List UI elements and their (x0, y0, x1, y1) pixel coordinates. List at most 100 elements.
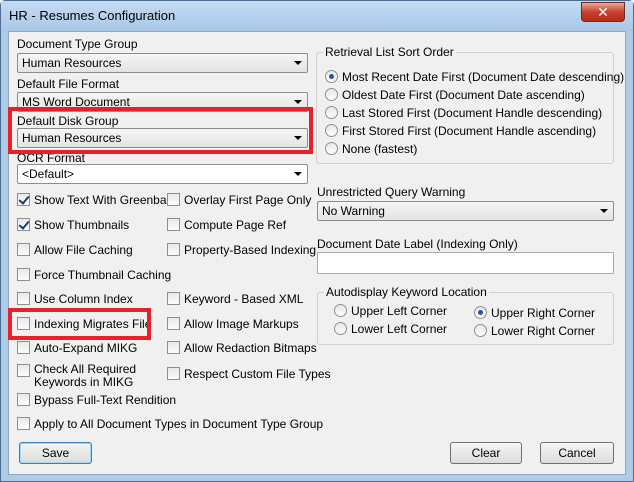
checkbox-label: Respect Custom File Types (184, 367, 331, 381)
sort-none-radio[interactable]: None (fastest) (325, 141, 605, 157)
radio-label: First Stored First (Document Handle asce… (342, 124, 597, 138)
sort-order-legend: Retrieval List Sort Order (323, 45, 456, 59)
radio-circle[interactable] (325, 142, 338, 155)
show-text-greenbar-checkbox[interactable]: Show Text With Greenbar (17, 192, 171, 208)
checkbox-box[interactable] (167, 317, 180, 330)
checkbox-box[interactable] (167, 193, 180, 206)
sort-oldest-radio[interactable]: Oldest Date First (Document Date ascendi… (325, 87, 605, 103)
default-disk-group-label: Default Disk Group (17, 114, 119, 128)
cancel-button[interactable]: Cancel (540, 442, 614, 464)
property-based-indexing-checkbox[interactable]: Property-Based Indexing (167, 242, 316, 258)
radio-circle[interactable] (325, 124, 338, 137)
radio-circle[interactable] (325, 88, 338, 101)
compute-page-ref-checkbox[interactable]: Compute Page Ref (167, 217, 312, 233)
checkbox-label: Allow Redaction Bitmaps (184, 341, 317, 355)
clear-button[interactable]: Clear (450, 442, 522, 464)
checkbox-label: Compute Page Ref (184, 218, 287, 232)
checkbox-label: Allow Image Markups (184, 317, 299, 331)
window-title: HR - Resumes Configuration (9, 8, 176, 23)
show-thumbnails-checkbox[interactable]: Show Thumbnails (17, 217, 167, 233)
lower-right-radio[interactable]: Lower Right Corner (474, 323, 604, 339)
dialog-window: HR - Resumes Configuration ✕ Document Ty… (0, 0, 634, 482)
sort-last-stored-radio[interactable]: Last Stored First (Document Handle desce… (325, 105, 605, 121)
radio-label: Oldest Date First (Document Date ascendi… (342, 88, 585, 102)
apply-to-all-checkbox[interactable]: Apply to All Document Types in Document … (17, 416, 323, 432)
radio-circle[interactable] (325, 70, 338, 83)
document-type-group-value: Human Resources (22, 56, 122, 70)
respect-custom-file-types-checkbox[interactable]: Respect Custom File Types (167, 366, 331, 382)
checkbox-box[interactable] (17, 268, 30, 281)
keyword-based-xml-checkbox[interactable]: Keyword - Based XML (167, 291, 312, 307)
document-date-label-input[interactable] (317, 252, 614, 274)
checkbox-label: Check All Required Keywords in MIKG (34, 363, 136, 389)
checkbox-box[interactable] (167, 367, 180, 380)
checkbox-box[interactable] (17, 417, 30, 430)
checkbox-box[interactable] (17, 393, 30, 406)
ocr-format-select[interactable]: <Default> (17, 164, 308, 184)
checkbox-label: Overlay First Page Only (184, 193, 312, 207)
radio-circle[interactable] (334, 304, 347, 317)
force-thumbnail-caching-checkbox[interactable]: Force Thumbnail Caching (17, 267, 171, 283)
document-type-group-label: Document Type Group (17, 37, 138, 51)
radio-circle[interactable] (474, 306, 487, 319)
unrestricted-query-label: Unrestricted Query Warning (317, 185, 466, 199)
ocr-format-value: <Default> (22, 167, 75, 181)
save-button[interactable]: Save (19, 442, 92, 464)
dialog-client-area: Document Type Group Human Resources Defa… (8, 31, 626, 475)
default-file-format-select[interactable]: MS Word Document (17, 92, 308, 112)
checkbox-label: Auto-Expand MIKG (34, 341, 138, 355)
radio-label: Upper Left Corner (351, 304, 448, 318)
allow-redaction-bitmaps-checkbox[interactable]: Allow Redaction Bitmaps (167, 340, 317, 356)
use-column-index-checkbox[interactable]: Use Column Index (17, 291, 167, 307)
radio-circle[interactable] (334, 322, 347, 335)
bypass-full-text-checkbox[interactable]: Bypass Full-Text Rendition (17, 392, 176, 408)
allow-image-markups-checkbox[interactable]: Allow Image Markups (167, 316, 312, 332)
checkbox-box[interactable] (17, 243, 30, 256)
sort-most-recent-radio[interactable]: Most Recent Date First (Document Date de… (325, 69, 624, 85)
checkbox-label: Bypass Full-Text Rendition (34, 393, 177, 407)
checkbox-box[interactable] (17, 364, 30, 377)
checkbox-box[interactable] (167, 341, 180, 354)
close-icon: ✕ (597, 3, 609, 20)
checkbox-box[interactable] (17, 193, 30, 206)
default-disk-group-select[interactable]: Human Resources (17, 128, 308, 148)
checkbox-label: Property-Based Indexing (184, 243, 317, 257)
sort-first-stored-radio[interactable]: First Stored First (Document Handle asce… (325, 123, 605, 139)
upper-left-radio[interactable]: Upper Left Corner (334, 303, 454, 319)
auto-expand-mikg-checkbox[interactable]: Auto-Expand MIKG (17, 340, 167, 356)
radio-label: Lower Right Corner (491, 324, 596, 338)
checkbox-box[interactable] (17, 218, 30, 231)
radio-label: Upper Right Corner (491, 306, 596, 320)
chevron-down-icon (600, 209, 608, 213)
checkbox-box[interactable] (17, 292, 30, 305)
radio-label: None (fastest) (342, 142, 418, 156)
chevron-down-icon (294, 136, 302, 140)
radio-circle[interactable] (325, 106, 338, 119)
checkbox-label: Use Column Index (34, 292, 133, 306)
checkbox-box[interactable] (167, 218, 180, 231)
document-type-group-select[interactable]: Human Resources (17, 53, 308, 73)
checkbox-box[interactable] (167, 243, 180, 256)
chevron-down-icon (294, 61, 302, 65)
check-all-required-checkbox[interactable]: Check All Required Keywords in MIKG (17, 363, 167, 391)
document-date-label-label: Document Date Label (Indexing Only) (317, 237, 518, 251)
default-disk-group-value: Human Resources (22, 131, 122, 145)
default-file-format-value: MS Word Document (22, 95, 130, 109)
overlay-first-page-checkbox[interactable]: Overlay First Page Only (167, 192, 312, 208)
close-button[interactable]: ✕ (581, 2, 625, 22)
checkbox-box[interactable] (167, 292, 180, 305)
radio-label: Lower Left Corner (351, 322, 448, 336)
allow-file-caching-checkbox[interactable]: Allow File Caching (17, 242, 167, 258)
checkbox-box[interactable] (17, 317, 30, 330)
radio-circle[interactable] (474, 324, 487, 337)
chevron-down-icon (294, 172, 302, 176)
title-bar[interactable]: HR - Resumes Configuration ✕ (1, 1, 633, 31)
lower-left-radio[interactable]: Lower Left Corner (334, 321, 454, 337)
upper-right-radio[interactable]: Upper Right Corner (474, 305, 604, 321)
sort-order-group: Retrieval List Sort Order Most Recent Da… (316, 45, 624, 164)
checkbox-label-line-1: Check All Required (34, 362, 137, 376)
indexing-migrates-file-checkbox[interactable]: Indexing Migrates File (17, 316, 167, 332)
autodisplay-legend: Autodisplay Keyword Location (324, 285, 489, 299)
unrestricted-query-select[interactable]: No Warning (317, 201, 614, 221)
checkbox-box[interactable] (17, 341, 30, 354)
